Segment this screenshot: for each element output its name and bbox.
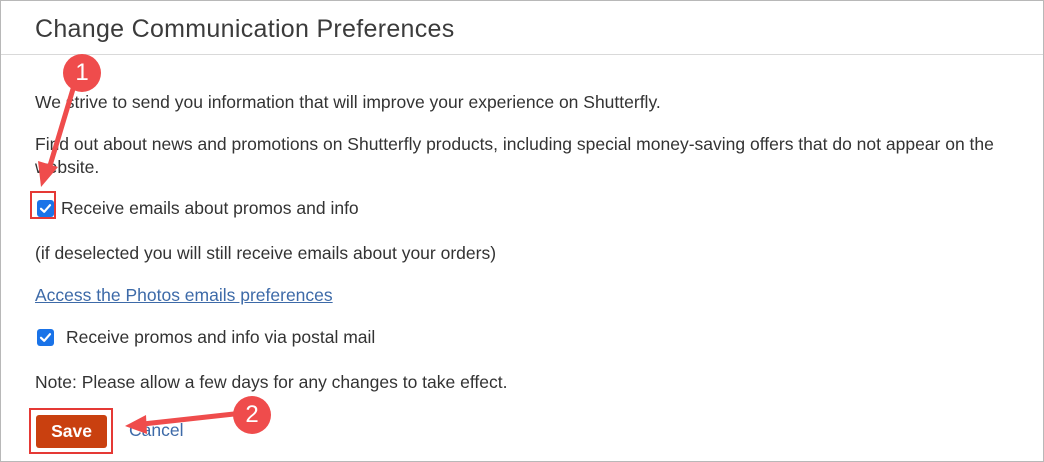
page-title: Change Communication Preferences — [35, 15, 455, 43]
email-note-text: (if deselected you will still receive em… — [35, 243, 497, 263]
changes-note-text: Note: Please allow a few days for any ch… — [35, 372, 508, 392]
postal-promos-label: Receive promos and info via postal mail — [66, 327, 376, 347]
preferences-panel: Change Communication Preferences We stri… — [0, 0, 1044, 462]
checkmark-icon — [39, 333, 52, 342]
email-promos-label: Receive emails about promos and info — [61, 198, 359, 218]
title-divider — [1, 54, 1043, 55]
annotation-highlight-checkbox — [30, 191, 56, 219]
postal-promos-row[interactable]: Receive promos and info via postal mail — [37, 326, 375, 349]
cancel-link[interactable]: Cancel — [129, 419, 183, 442]
photos-email-preferences-link[interactable]: Access the Photos emails preferences — [35, 284, 333, 307]
step-badge-1: 1 — [63, 54, 101, 92]
email-promos-row[interactable]: Receive emails about promos and info — [37, 197, 359, 220]
save-button[interactable]: Save — [36, 415, 107, 448]
intro-text: We strive to send you information that w… — [35, 92, 661, 112]
news-text: Find out about news and promotions on Sh… — [35, 134, 994, 177]
postal-promos-checkbox[interactable] — [37, 329, 54, 346]
step-badge-2: 2 — [233, 396, 271, 434]
